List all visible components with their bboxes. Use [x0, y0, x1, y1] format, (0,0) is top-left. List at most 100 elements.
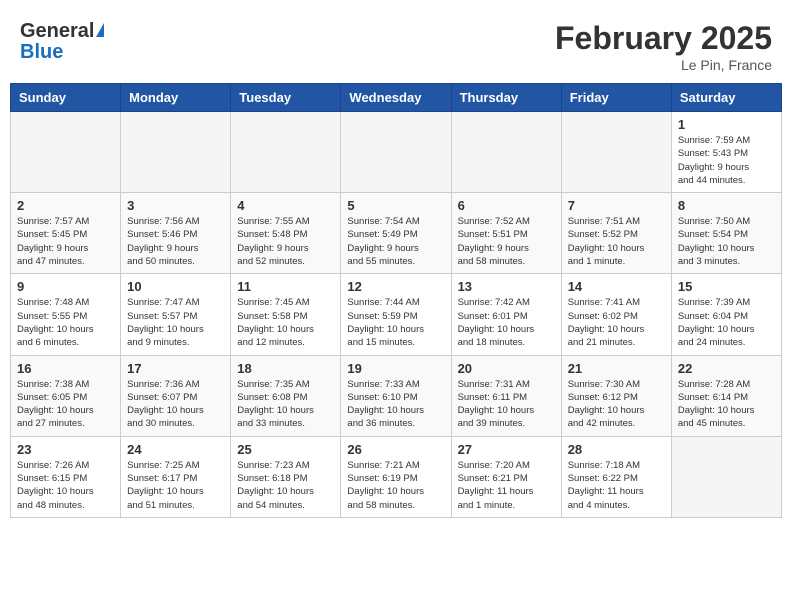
day-number: 15: [678, 279, 775, 294]
day-info: Sunrise: 7:25 AM Sunset: 6:17 PM Dayligh…: [127, 459, 224, 512]
day-number: 23: [17, 442, 114, 457]
day-number: 6: [458, 198, 555, 213]
day-number: 25: [237, 442, 334, 457]
day-info: Sunrise: 7:26 AM Sunset: 6:15 PM Dayligh…: [17, 459, 114, 512]
day-number: 26: [347, 442, 444, 457]
day-info: Sunrise: 7:42 AM Sunset: 6:01 PM Dayligh…: [458, 296, 555, 349]
calendar-day-cell: 28 Sunrise: 7:18 AM Sunset: 6:22 PM Dayli…: [561, 436, 671, 517]
calendar-day-cell: 12 Sunrise: 7:44 AM Sunset: 5:59 PM Dayli…: [341, 274, 451, 355]
title-block: February 2025 Le Pin, France: [555, 20, 772, 73]
day-number: 9: [17, 279, 114, 294]
day-info: Sunrise: 7:47 AM Sunset: 5:57 PM Dayligh…: [127, 296, 224, 349]
weekday-header-tuesday: Tuesday: [231, 84, 341, 112]
day-info: Sunrise: 7:28 AM Sunset: 6:14 PM Dayligh…: [678, 378, 775, 431]
calendar-day-cell: [341, 112, 451, 193]
calendar-day-cell: 2Sunrise: 7:57 AM Sunset: 5:45 PM Daylig…: [11, 193, 121, 274]
calendar-day-cell: 11 Sunrise: 7:45 AM Sunset: 5:58 PM Dayli…: [231, 274, 341, 355]
calendar-day-cell: [121, 112, 231, 193]
day-number: 24: [127, 442, 224, 457]
calendar-day-cell: 23 Sunrise: 7:26 AM Sunset: 6:15 PM Dayli…: [11, 436, 121, 517]
calendar-day-cell: 1 Sunrise: 7:59 AM Sunset: 5:43 PM Daylig…: [671, 112, 781, 193]
day-info: Sunrise: 7:51 AM Sunset: 5:52 PM Dayligh…: [568, 215, 665, 268]
calendar-day-cell: 7 Sunrise: 7:51 AM Sunset: 5:52 PM Daylig…: [561, 193, 671, 274]
day-number: 13: [458, 279, 555, 294]
logo-triangle-icon: [96, 23, 104, 37]
calendar-day-cell: 25 Sunrise: 7:23 AM Sunset: 6:18 PM Dayli…: [231, 436, 341, 517]
day-info: Sunrise: 7:45 AM Sunset: 5:58 PM Dayligh…: [237, 296, 334, 349]
day-info: Sunrise: 7:18 AM Sunset: 6:22 PM Dayligh…: [568, 459, 665, 512]
day-info: Sunrise: 7:21 AM Sunset: 6:19 PM Dayligh…: [347, 459, 444, 512]
calendar-week-row: 16Sunrise: 7:38 AM Sunset: 6:05 PM Dayli…: [11, 355, 782, 436]
day-number: 7: [568, 198, 665, 213]
page-header: General Blue February 2025 Le Pin, Franc…: [10, 10, 782, 78]
day-number: 20: [458, 361, 555, 376]
weekday-header-row: SundayMondayTuesdayWednesdayThursdayFrid…: [11, 84, 782, 112]
day-number: 21: [568, 361, 665, 376]
weekday-header-thursday: Thursday: [451, 84, 561, 112]
day-number: 18: [237, 361, 334, 376]
calendar-day-cell: 24 Sunrise: 7:25 AM Sunset: 6:17 PM Dayli…: [121, 436, 231, 517]
weekday-header-friday: Friday: [561, 84, 671, 112]
day-info: Sunrise: 7:59 AM Sunset: 5:43 PM Dayligh…: [678, 134, 775, 187]
calendar-day-cell: 8 Sunrise: 7:50 AM Sunset: 5:54 PM Daylig…: [671, 193, 781, 274]
calendar-day-cell: 3 Sunrise: 7:56 AM Sunset: 5:46 PM Daylig…: [121, 193, 231, 274]
day-info: Sunrise: 7:55 AM Sunset: 5:48 PM Dayligh…: [237, 215, 334, 268]
day-number: 3: [127, 198, 224, 213]
calendar-day-cell: 22 Sunrise: 7:28 AM Sunset: 6:14 PM Dayli…: [671, 355, 781, 436]
calendar-day-cell: 6Sunrise: 7:52 AM Sunset: 5:51 PM Daylig…: [451, 193, 561, 274]
day-number: 11: [237, 279, 334, 294]
day-number: 22: [678, 361, 775, 376]
day-info: Sunrise: 7:41 AM Sunset: 6:02 PM Dayligh…: [568, 296, 665, 349]
logo-blue-text: Blue: [20, 41, 63, 64]
day-info: Sunrise: 7:20 AM Sunset: 6:21 PM Dayligh…: [458, 459, 555, 512]
calendar-week-row: 9 Sunrise: 7:48 AM Sunset: 5:55 PM Daylig…: [11, 274, 782, 355]
day-info: Sunrise: 7:44 AM Sunset: 5:59 PM Dayligh…: [347, 296, 444, 349]
calendar-day-cell: 9 Sunrise: 7:48 AM Sunset: 5:55 PM Daylig…: [11, 274, 121, 355]
day-number: 1: [678, 117, 775, 132]
location-text: Le Pin, France: [555, 57, 772, 73]
calendar-day-cell: 21 Sunrise: 7:30 AM Sunset: 6:12 PM Dayli…: [561, 355, 671, 436]
calendar-day-cell: 18Sunrise: 7:35 AM Sunset: 6:08 PM Dayli…: [231, 355, 341, 436]
day-number: 28: [568, 442, 665, 457]
day-info: Sunrise: 7:39 AM Sunset: 6:04 PM Dayligh…: [678, 296, 775, 349]
month-title: February 2025: [555, 20, 772, 57]
day-number: 2: [17, 198, 114, 213]
weekday-header-wednesday: Wednesday: [341, 84, 451, 112]
logo: General Blue: [20, 20, 104, 64]
day-info: Sunrise: 7:30 AM Sunset: 6:12 PM Dayligh…: [568, 378, 665, 431]
calendar-day-cell: 26 Sunrise: 7:21 AM Sunset: 6:19 PM Dayli…: [341, 436, 451, 517]
day-info: Sunrise: 7:23 AM Sunset: 6:18 PM Dayligh…: [237, 459, 334, 512]
day-info: Sunrise: 7:56 AM Sunset: 5:46 PM Dayligh…: [127, 215, 224, 268]
calendar-day-cell: 10 Sunrise: 7:47 AM Sunset: 5:57 PM Dayli…: [121, 274, 231, 355]
calendar-day-cell: 15 Sunrise: 7:39 AM Sunset: 6:04 PM Dayli…: [671, 274, 781, 355]
calendar-day-cell: 4Sunrise: 7:55 AM Sunset: 5:48 PM Daylig…: [231, 193, 341, 274]
calendar-day-cell: 20 Sunrise: 7:31 AM Sunset: 6:11 PM Dayli…: [451, 355, 561, 436]
calendar-day-cell: 13 Sunrise: 7:42 AM Sunset: 6:01 PM Dayli…: [451, 274, 561, 355]
day-info: Sunrise: 7:33 AM Sunset: 6:10 PM Dayligh…: [347, 378, 444, 431]
calendar-day-cell: 27 Sunrise: 7:20 AM Sunset: 6:21 PM Dayli…: [451, 436, 561, 517]
weekday-header-monday: Monday: [121, 84, 231, 112]
day-number: 14: [568, 279, 665, 294]
calendar-day-cell: 17Sunrise: 7:36 AM Sunset: 6:07 PM Dayli…: [121, 355, 231, 436]
day-info: Sunrise: 7:31 AM Sunset: 6:11 PM Dayligh…: [458, 378, 555, 431]
calendar-week-row: 1 Sunrise: 7:59 AM Sunset: 5:43 PM Daylig…: [11, 112, 782, 193]
day-number: 17: [127, 361, 224, 376]
day-info: Sunrise: 7:54 AM Sunset: 5:49 PM Dayligh…: [347, 215, 444, 268]
calendar-week-row: 2Sunrise: 7:57 AM Sunset: 5:45 PM Daylig…: [11, 193, 782, 274]
day-info: Sunrise: 7:48 AM Sunset: 5:55 PM Dayligh…: [17, 296, 114, 349]
day-number: 16: [17, 361, 114, 376]
calendar-day-cell: 14 Sunrise: 7:41 AM Sunset: 6:02 PM Dayli…: [561, 274, 671, 355]
day-number: 12: [347, 279, 444, 294]
day-number: 5: [347, 198, 444, 213]
day-number: 19: [347, 361, 444, 376]
calendar-day-cell: [561, 112, 671, 193]
calendar-day-cell: 5 Sunrise: 7:54 AM Sunset: 5:49 PM Daylig…: [341, 193, 451, 274]
day-number: 27: [458, 442, 555, 457]
calendar-day-cell: [671, 436, 781, 517]
day-number: 8: [678, 198, 775, 213]
day-number: 10: [127, 279, 224, 294]
day-info: Sunrise: 7:50 AM Sunset: 5:54 PM Dayligh…: [678, 215, 775, 268]
calendar-week-row: 23 Sunrise: 7:26 AM Sunset: 6:15 PM Dayli…: [11, 436, 782, 517]
calendar-day-cell: [451, 112, 561, 193]
calendar-day-cell: 19 Sunrise: 7:33 AM Sunset: 6:10 PM Dayli…: [341, 355, 451, 436]
